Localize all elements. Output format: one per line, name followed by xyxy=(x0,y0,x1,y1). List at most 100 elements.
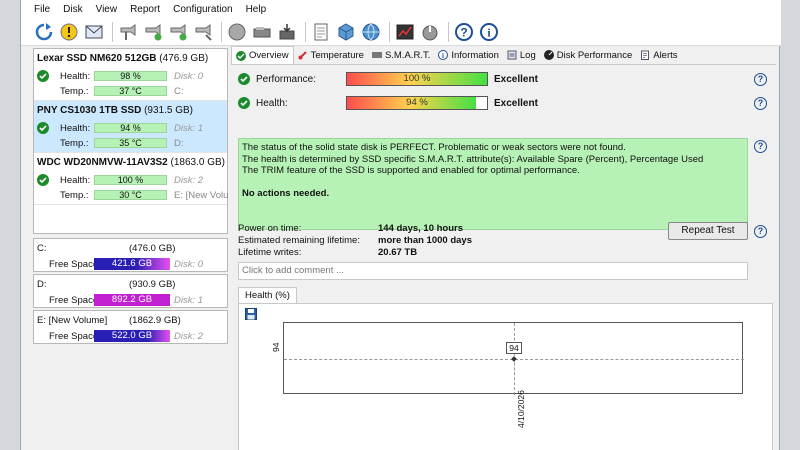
free-space-bar: 421.6 GB xyxy=(94,258,170,270)
menu-help[interactable]: Help xyxy=(246,4,267,15)
document-icon[interactable] xyxy=(310,21,332,43)
disk-icon[interactable] xyxy=(251,21,273,43)
check-icon xyxy=(236,50,246,61)
tab-log[interactable]: Log xyxy=(503,46,540,64)
help-icon[interactable]: ? xyxy=(754,73,767,86)
warning-icon[interactable] xyxy=(58,21,80,43)
tab-smart[interactable]: S.M.A.R.T. xyxy=(368,46,434,64)
disk-name: Lexar SSD NM620 512GB xyxy=(37,53,157,64)
health-label: Health: xyxy=(256,97,288,109)
temp-bar: 30 °C xyxy=(94,190,167,200)
status-description: The status of the solid state disk is PE… xyxy=(238,138,748,230)
tab-disk-performance[interactable]: Disk Performance xyxy=(540,46,637,64)
check-icon xyxy=(238,73,250,85)
disk-icon[interactable] xyxy=(226,21,248,43)
help-icon[interactable]: ? xyxy=(754,225,767,238)
log-icon xyxy=(507,50,517,60)
temp-label: Temp.: xyxy=(60,138,89,149)
smart-test-icon[interactable] xyxy=(117,21,139,43)
alerts-icon xyxy=(641,50,650,60)
performance-verdict: Excellent xyxy=(494,73,538,85)
drive-letter: C: xyxy=(174,86,184,97)
disk-number: Disk: 1 xyxy=(174,295,204,306)
cube-icon[interactable] xyxy=(335,21,357,43)
check-icon xyxy=(238,97,250,109)
menu-view[interactable]: View xyxy=(96,4,118,15)
smart-test-icon[interactable] xyxy=(192,21,214,43)
chart-area: Health (%) 94 94 4/10/2026 xyxy=(238,287,773,450)
smart-test-icon[interactable] xyxy=(142,21,164,43)
check-icon xyxy=(37,174,49,186)
tab-label: Alerts xyxy=(653,49,678,61)
disk-list: Lexar SSD NM620 512GB (476.9 GB) Health:… xyxy=(33,48,228,234)
refresh-icon[interactable] xyxy=(33,21,55,43)
disk-name: PNY CS1030 1TB SSD xyxy=(37,105,142,116)
disk-list-item[interactable]: WDC WD20NMVW-11AV3S2 (1863.0 GB) Health:… xyxy=(34,153,229,205)
check-icon xyxy=(37,70,49,82)
tab-information[interactable]: i Information xyxy=(434,46,503,64)
free-space-bar: 892.2 GB xyxy=(94,294,170,306)
benchmark-icon[interactable] xyxy=(394,21,416,43)
repeat-test-button[interactable]: Repeat Test xyxy=(668,222,748,240)
health-bar: 98 % xyxy=(94,71,167,81)
toolbar-separator xyxy=(221,22,222,42)
menu-bar: File Disk View Report Configuration Help xyxy=(21,0,781,19)
temp-bar: 35 °C xyxy=(94,138,167,148)
help-icon[interactable]: ? xyxy=(754,140,767,153)
tab-label: S.M.A.R.T. xyxy=(384,49,431,61)
status-line: The TRIM feature of the SSD is supported… xyxy=(242,165,580,176)
toolbar-separator xyxy=(448,22,449,42)
thermometer-icon xyxy=(298,51,307,60)
tab-overview[interactable]: Overview xyxy=(231,46,294,64)
hard-disk-sentinel-window: File Disk View Report Configuration Help xyxy=(0,0,800,450)
menu-configuration[interactable]: Configuration xyxy=(173,4,232,15)
menu-disk[interactable]: Disk xyxy=(63,4,82,15)
tab-label: Overview xyxy=(249,50,289,61)
desktop-left-edge xyxy=(0,0,20,450)
tab-label: Disk Performance xyxy=(556,49,633,61)
disk-list-item[interactable]: PNY CS1030 1TB SSD (931.5 GB) Health: 94… xyxy=(34,101,227,153)
drive-letter: E: [New Volu xyxy=(174,190,229,201)
x-tick-label: 4/10/2026 xyxy=(516,390,526,428)
volume-item[interactable]: D: (930.9 GB) Free Space 892.2 GB Disk: … xyxy=(33,274,228,308)
temp-label: Temp.: xyxy=(60,86,89,97)
health-bar: 94 % xyxy=(94,123,167,133)
help-icon[interactable]: ? xyxy=(754,97,767,110)
menu-file[interactable]: File xyxy=(34,4,50,15)
data-point xyxy=(511,356,517,362)
smart-icon xyxy=(371,52,382,58)
tab-alerts[interactable]: Alerts xyxy=(636,46,681,64)
tab-temperature[interactable]: Temperature xyxy=(294,46,368,64)
disk-icon[interactable] xyxy=(276,21,298,43)
menu-report[interactable]: Report xyxy=(130,4,160,15)
disk-capacity: (1863.0 GB) xyxy=(170,157,226,168)
info-icon[interactable]: i xyxy=(478,21,500,43)
free-space-label: Free Space xyxy=(49,259,99,270)
power-icon[interactable] xyxy=(419,21,441,43)
stat-label: Estimated remaining lifetime: xyxy=(238,235,360,246)
network-icon[interactable] xyxy=(360,21,382,43)
desktop-right-edge xyxy=(780,0,800,450)
envelope-icon[interactable] xyxy=(83,21,105,43)
disk-name: WDC WD20NMVW-11AV3S2 xyxy=(37,157,168,168)
toolbar: ? i xyxy=(21,19,781,46)
smart-test-icon[interactable] xyxy=(167,21,189,43)
overview-content: Performance: 100 % Excellent ? Health: 9… xyxy=(231,64,776,450)
stat-label: Power on time: xyxy=(238,223,302,234)
save-icon[interactable] xyxy=(245,308,257,320)
stat-label: Lifetime writes: xyxy=(238,247,302,258)
disk-number: Disk: 0 xyxy=(174,259,204,270)
comment-input[interactable]: Click to add comment ... xyxy=(238,262,748,280)
check-icon xyxy=(37,122,49,134)
tab-label: Information xyxy=(451,49,499,61)
volume-item[interactable]: E: [New Volume] (1862.9 GB) Free Space 5… xyxy=(33,310,228,344)
health-label: Health: xyxy=(60,71,91,82)
tab-health-chart[interactable]: Health (%) xyxy=(238,287,297,303)
stat-value: 144 days, 10 hours xyxy=(378,223,464,234)
volume-item[interactable]: C: (476.0 GB) Free Space 421.6 GB Disk: … xyxy=(33,238,228,272)
help-icon[interactable]: ? xyxy=(453,21,475,43)
disk-list-item[interactable]: Lexar SSD NM620 512GB (476.9 GB) Health:… xyxy=(34,49,227,101)
health-label: Health: xyxy=(60,175,91,186)
volume-name: C: xyxy=(37,243,47,254)
health-chart-plot: 94 xyxy=(283,322,744,395)
